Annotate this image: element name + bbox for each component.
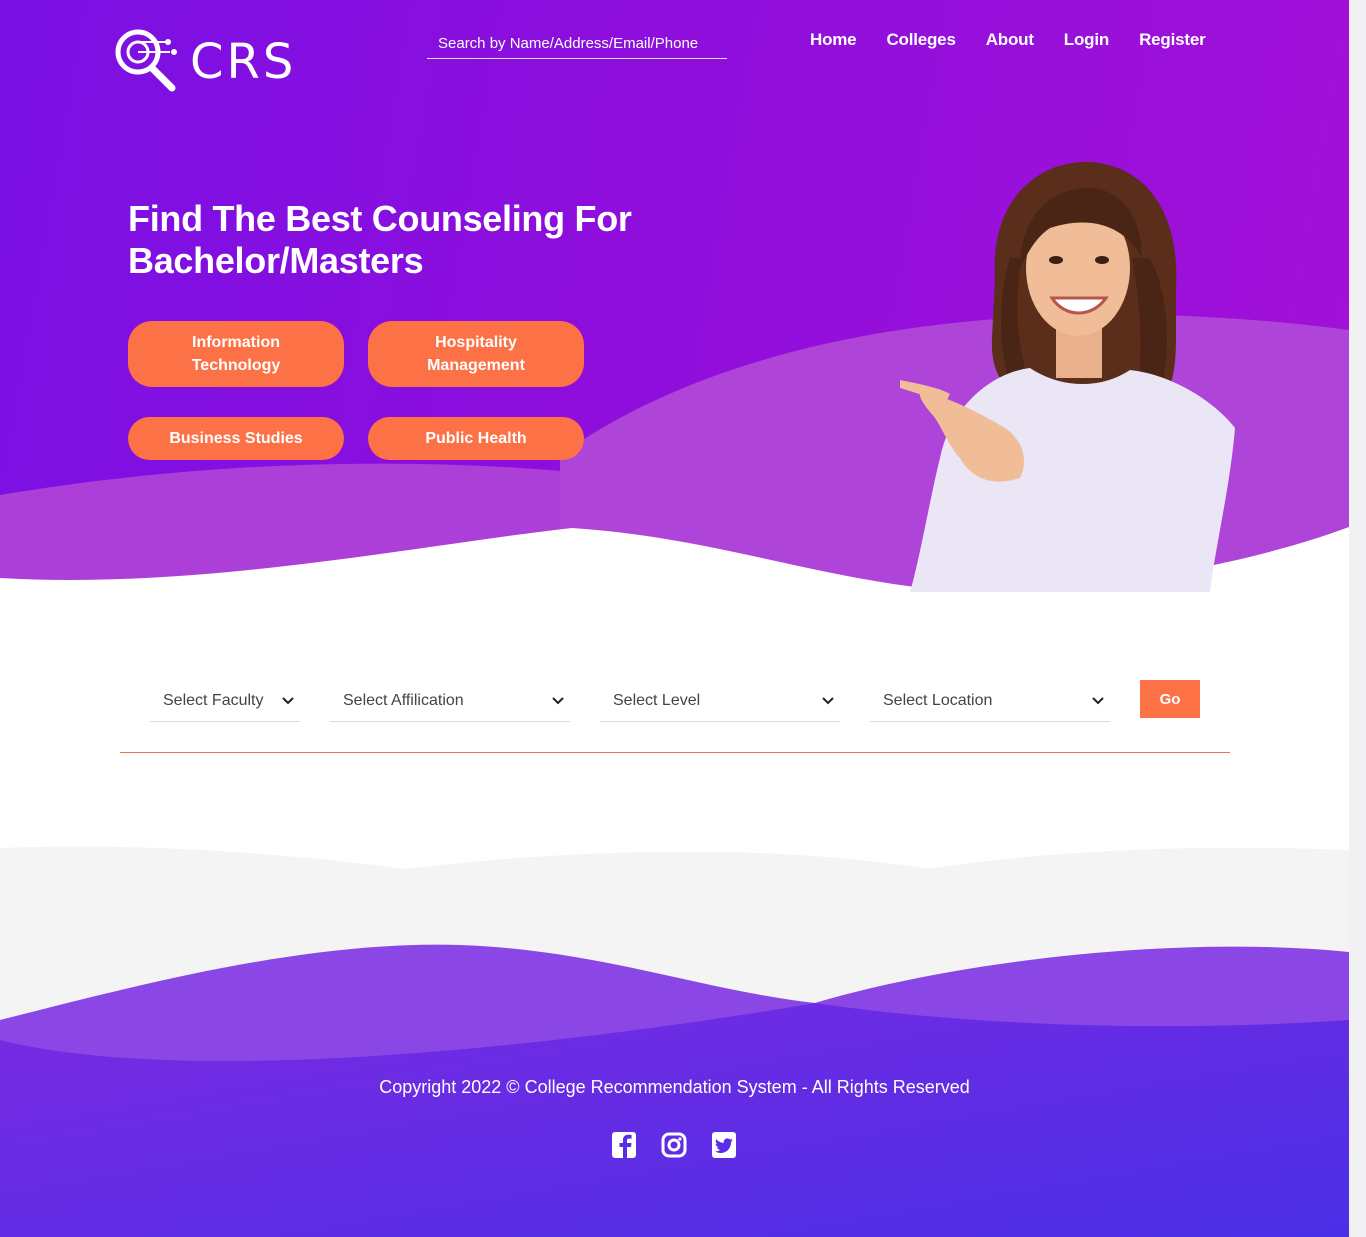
footer-waves	[0, 846, 1349, 1237]
category-hospitality-management[interactable]: Hospitality Management	[368, 321, 584, 387]
chevron-down-icon	[552, 697, 564, 705]
page: CRS Home Colleges About Login Register F…	[0, 0, 1349, 1237]
level-select[interactable]: Select Level	[600, 680, 840, 722]
category-public-health[interactable]: Public Health	[368, 417, 584, 460]
affiliation-select[interactable]: Select Affilication	[330, 680, 570, 722]
faculty-select-value: Select Faculty	[163, 691, 264, 709]
instagram-icon[interactable]	[661, 1131, 687, 1159]
category-information-technology[interactable]: Information Technology	[128, 321, 344, 387]
category-label: Hospitality Management	[427, 331, 525, 377]
hero-headline: Find The Best Counseling For Bachelor/Ma…	[128, 198, 688, 282]
nav-register[interactable]: Register	[1139, 30, 1206, 50]
level-select-value: Select Level	[613, 691, 701, 709]
crs-logo[interactable]: CRS	[112, 28, 312, 94]
twitter-icon[interactable]	[711, 1131, 737, 1159]
magnifier-circuit-icon	[115, 29, 177, 92]
go-button[interactable]: Go	[1140, 680, 1200, 718]
brand-name: CRS	[190, 34, 297, 90]
category-business-studies[interactable]: Business Studies	[128, 417, 344, 460]
hero-section: CRS Home Colleges About Login Register F…	[0, 0, 1349, 592]
nav-login[interactable]: Login	[1064, 30, 1109, 50]
location-select[interactable]: Select Location	[870, 680, 1110, 722]
chevron-down-icon	[1092, 697, 1104, 705]
faculty-select[interactable]: Select Faculty	[150, 680, 300, 722]
chevron-down-icon	[282, 697, 294, 705]
location-select-value: Select Location	[883, 691, 993, 709]
nav-colleges[interactable]: Colleges	[886, 30, 955, 50]
headline-line-1: Find The Best Counseling For	[128, 198, 632, 239]
social-links	[611, 1131, 737, 1159]
college-filter-form: Select Faculty Select Affilication Selec…	[120, 680, 1230, 753]
category-label: Business Studies	[169, 430, 303, 447]
category-label-line1: Hospitality	[435, 334, 517, 351]
nav-home[interactable]: Home	[810, 30, 857, 50]
headline-line-2: Bachelor/Masters	[128, 240, 424, 281]
copyright-text: Copyright 2022 © College Recommendation …	[379, 1077, 970, 1097]
nav-about[interactable]: About	[986, 30, 1034, 50]
category-label-line2: Technology	[191, 357, 281, 374]
affiliation-select-value: Select Affilication	[343, 691, 464, 709]
facebook-icon[interactable]	[611, 1131, 637, 1159]
category-label-line1: Information	[192, 334, 280, 351]
student-photo	[900, 161, 1235, 592]
category-label-line2: Management	[427, 357, 525, 374]
main-nav: Home Colleges About Login Register	[810, 30, 1206, 50]
chevron-down-icon	[822, 697, 834, 705]
category-label: Public Health	[425, 430, 527, 447]
search-input[interactable]	[427, 28, 727, 59]
category-label: Information Technology	[192, 331, 281, 377]
